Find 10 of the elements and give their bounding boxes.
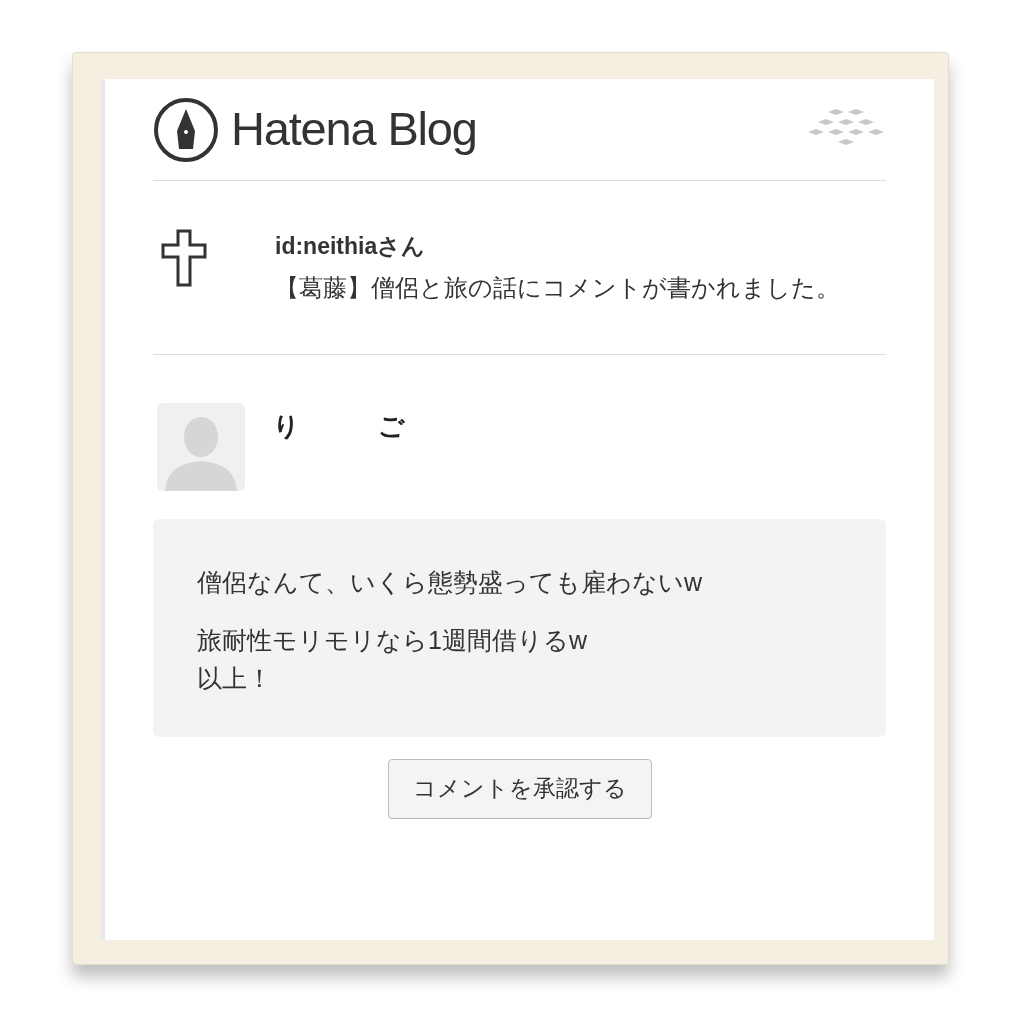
- notification-user: id:neithiaさん: [275, 232, 427, 261]
- approve-comment-button[interactable]: コメントを承認する: [387, 758, 652, 819]
- comment-text: 旅耐性モリモリなら1週間借りるw 以上！: [197, 624, 588, 694]
- cross-icon: [161, 229, 207, 287]
- notification-message: 【葛藤】僧侶と旅の話にコメントが書かれました。: [275, 272, 840, 303]
- comment-author: り ご: [273, 409, 405, 443]
- fountain-pen-icon: [153, 96, 219, 163]
- comment-text: 僧侶なんて、いくら態勢盛っても雇わないw: [197, 566, 704, 598]
- avatar-placeholder-icon: [157, 402, 245, 491]
- logo-text: Hatena Blog: [231, 101, 477, 158]
